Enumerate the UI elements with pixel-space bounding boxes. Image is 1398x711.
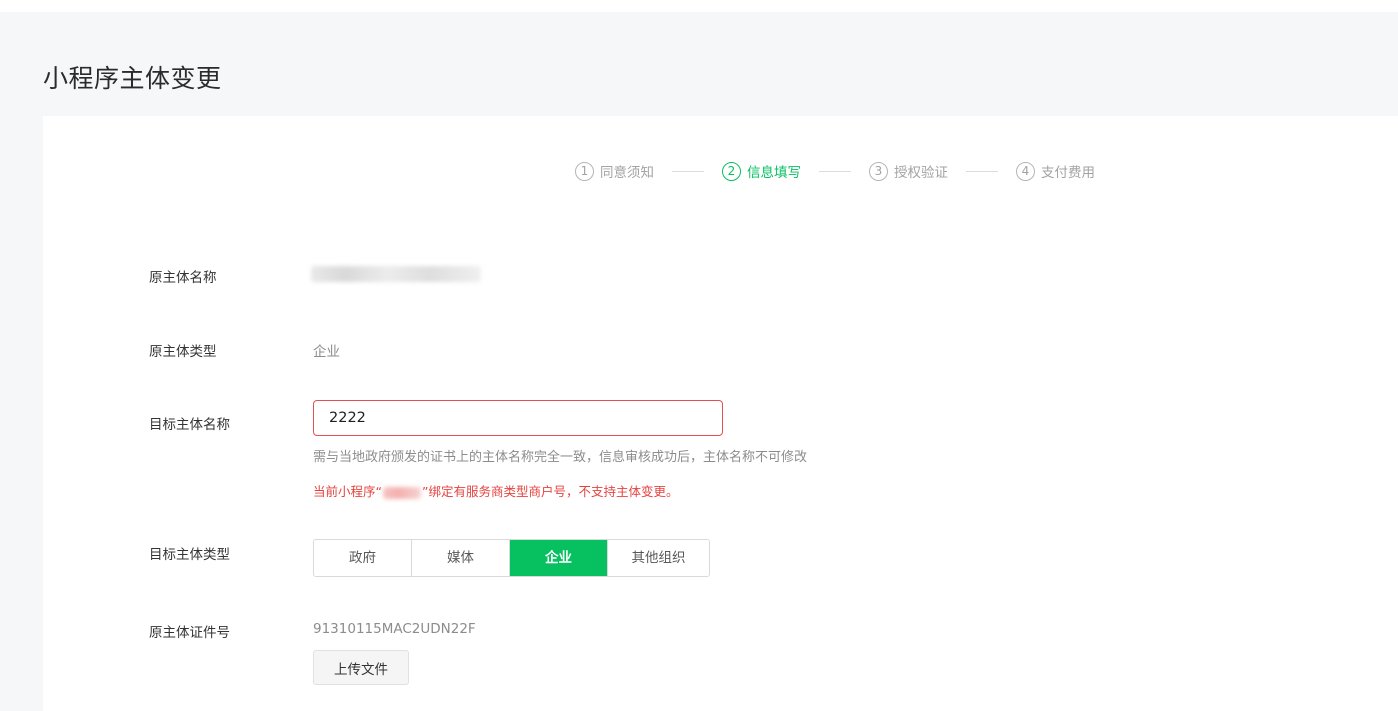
step-label: 授权验证 (894, 165, 948, 181)
step-agree: 1 同意须知 (575, 161, 654, 181)
page: 小程序主体变更 1 同意须知 2 信息填写 3 授权验证 4 支付费用 原主体名… (0, 12, 1398, 711)
step-number: 1 (575, 161, 594, 181)
original-cert-value: 91310115MAC2UDN22F (313, 621, 476, 637)
page-title: 小程序主体变更 (43, 64, 222, 93)
type-option-other-org[interactable]: 其他组织 (608, 540, 709, 576)
target-type-selector: 政府 媒体 企业 其他组织 (313, 539, 710, 577)
step-label: 支付费用 (1041, 165, 1095, 181)
target-name-label: 目标主体名称 (149, 417, 230, 433)
step-indicator: 1 同意须知 2 信息填写 3 授权验证 4 支付费用 (575, 160, 1095, 182)
step-label: 同意须知 (600, 165, 654, 181)
original-type-label: 原主体类型 (149, 344, 217, 360)
step-number: 3 (869, 161, 888, 181)
original-cert-label: 原主体证件号 (149, 625, 230, 641)
original-type-value: 企业 (313, 344, 340, 360)
target-name-error: 当前小程序“ ”绑定有服务商类型商户号，不支持主体变更。 (313, 481, 678, 500)
target-name-hint: 需与当地政府颁发的证书上的主体名称完全一致，信息审核成功后，主体名称不可修改 (313, 450, 808, 465)
target-type-label: 目标主体类型 (149, 547, 230, 563)
step-divider (966, 170, 998, 172)
step-label: 信息填写 (747, 165, 801, 181)
form-card: 1 同意须知 2 信息填写 3 授权验证 4 支付费用 原主体名称 原主体类型 (43, 116, 1398, 711)
step-number: 4 (1016, 161, 1035, 181)
step-divider (672, 170, 704, 172)
step-fill-info: 2 信息填写 (722, 161, 801, 181)
type-option-enterprise[interactable]: 企业 (510, 540, 608, 576)
redacted-app-name (382, 486, 421, 499)
step-pay: 4 支付费用 (1016, 161, 1095, 181)
original-name-label: 原主体名称 (149, 270, 217, 286)
type-option-government[interactable]: 政府 (314, 540, 412, 576)
original-name-redacted (311, 266, 481, 282)
error-text-prefix: 当前小程序“ (313, 484, 382, 499)
type-option-media[interactable]: 媒体 (412, 540, 510, 576)
target-name-input[interactable] (313, 400, 723, 436)
step-number: 2 (722, 161, 741, 181)
upload-file-button[interactable]: 上传文件 (313, 650, 409, 685)
error-text-suffix: ”绑定有服务商类型商户号，不支持主体变更。 (421, 484, 679, 499)
step-divider (819, 170, 851, 172)
step-authorize: 3 授权验证 (869, 161, 948, 181)
